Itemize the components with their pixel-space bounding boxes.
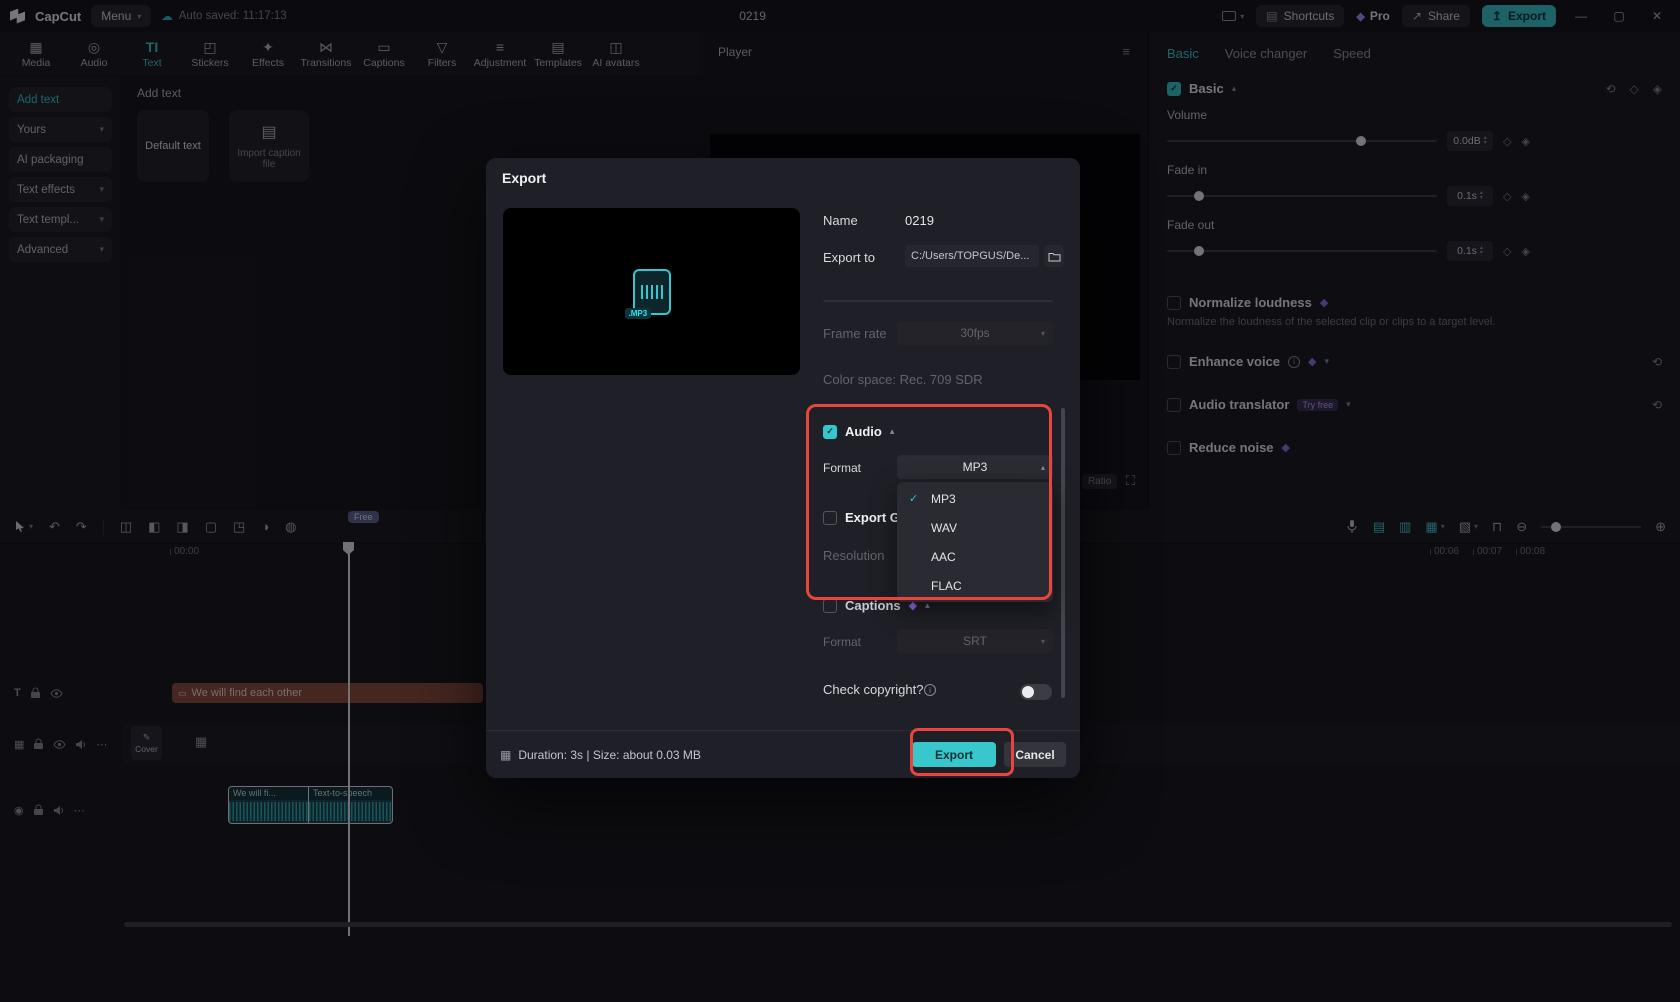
export-confirm-button[interactable]: Export bbox=[912, 742, 996, 767]
export-gif-checkbox[interactable] bbox=[823, 511, 837, 525]
folder-icon bbox=[1048, 251, 1061, 262]
check-copyright-toggle[interactable] bbox=[1020, 684, 1052, 700]
frame-rate-label: Frame rate bbox=[823, 326, 887, 341]
chevron-up-icon: ▴ bbox=[1041, 463, 1045, 472]
mp3-badge: .MP3 bbox=[625, 308, 652, 319]
captions-format-label: Format bbox=[823, 635, 861, 649]
waveform-icon bbox=[641, 285, 663, 299]
audio-section-checkbox[interactable]: ✓ bbox=[823, 425, 837, 439]
cancel-button[interactable]: Cancel bbox=[1004, 742, 1066, 767]
export-preview: .MP3 bbox=[503, 208, 800, 375]
export-dialog-title: Export bbox=[502, 170, 546, 186]
toggle-knob bbox=[1022, 686, 1034, 698]
export-summary: Duration: 3s | Size: about 0.03 MB bbox=[518, 748, 701, 762]
name-label: Name bbox=[823, 213, 858, 228]
collapse-icon[interactable]: ▴ bbox=[890, 426, 895, 437]
browse-folder-button[interactable] bbox=[1044, 245, 1064, 267]
audio-section-label: Audio bbox=[845, 424, 882, 439]
export-path-field[interactable]: C:/Users/TOPGUS/De... bbox=[905, 245, 1039, 267]
audio-format-label: Format bbox=[823, 461, 861, 475]
audio-format-dropdown[interactable]: MP3 ▴ bbox=[897, 455, 1053, 479]
captions-format-dropdown: SRT ▾ bbox=[897, 629, 1053, 653]
menu-item-flac[interactable]: FLAC bbox=[897, 571, 1053, 600]
capcut-app: CapCut Menu ▾ ☁ Auto saved: 11:17:13 021… bbox=[0, 0, 1680, 1002]
disabled-slider bbox=[823, 300, 1053, 302]
captions-section-checkbox[interactable] bbox=[823, 599, 837, 613]
chevron-down-icon: ▾ bbox=[1041, 329, 1045, 338]
resolution-label: Resolution bbox=[823, 548, 884, 563]
chevron-down-icon: ▾ bbox=[1041, 637, 1045, 646]
dialog-scrollbar[interactable] bbox=[1061, 408, 1065, 698]
menu-item-mp3[interactable]: ✓ MP3 bbox=[897, 484, 1053, 513]
export-dialog-footer: ▦ Duration: 3s | Size: about 0.03 MB Exp… bbox=[486, 730, 1080, 778]
check-copyright-label: Check copyright? bbox=[823, 682, 923, 697]
captions-section-label: Captions bbox=[845, 598, 901, 613]
format-dropdown-menu: ✓ MP3 WAV AAC FLAC bbox=[897, 482, 1053, 602]
name-value[interactable]: 0219 bbox=[905, 213, 934, 228]
menu-item-wav[interactable]: WAV bbox=[897, 513, 1053, 542]
export-to-label: Export to bbox=[823, 250, 875, 265]
check-icon: ✓ bbox=[909, 492, 918, 505]
export-dialog: Export .MP3 Name 0219 Export to C:/Users… bbox=[486, 158, 1080, 778]
color-space-text: Color space: Rec. 709 SDR bbox=[823, 372, 983, 387]
film-icon: ▦ bbox=[500, 748, 511, 762]
mp3-file-icon: .MP3 bbox=[633, 269, 671, 315]
menu-item-aac[interactable]: AAC bbox=[897, 542, 1053, 571]
frame-rate-dropdown: 30fps ▾ bbox=[897, 321, 1053, 345]
info-icon: i bbox=[924, 684, 936, 696]
